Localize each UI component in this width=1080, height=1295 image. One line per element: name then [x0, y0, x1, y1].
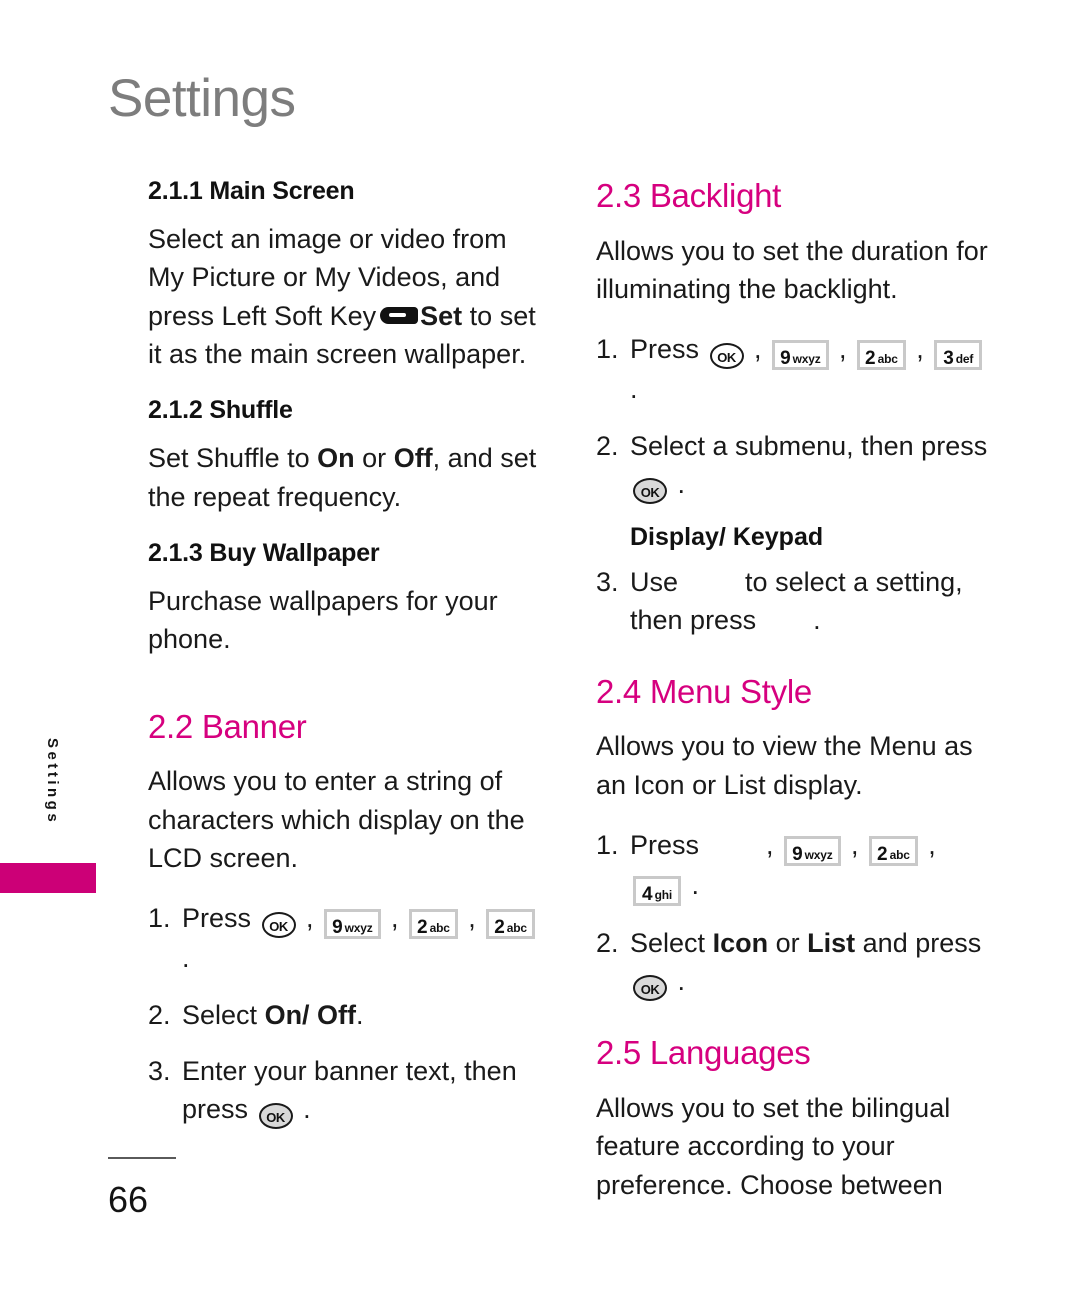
step-text: Press OK , 9 wxyz , 2 abc , 3 def .: [630, 330, 996, 408]
step-text-after: .: [356, 999, 364, 1030]
step-text-after: .: [630, 374, 638, 405]
step-2-2-1: 1. Press OK , 9 wxyz , 2 abc , 2 abc .: [148, 899, 548, 977]
step-bold-option: On/ Off: [264, 999, 357, 1030]
step-text-before: Select: [182, 999, 258, 1030]
step-text: Press OK , 9 wxyz , 2 abc , 2 abc .: [182, 899, 548, 977]
step-number: 2.: [596, 430, 619, 461]
step-2-3-2: 2. Select a submenu, then press OK .: [596, 427, 996, 504]
paragraph-2-1-3: Purchase wallpapers for your phone.: [148, 585, 498, 655]
step-text-before: Use: [630, 567, 679, 598]
step-text-after2: and press: [862, 928, 982, 959]
paragraph-2-1-1-bold: Set: [420, 300, 463, 331]
paragraph-2-1-1: Select an image or video from My Picture…: [148, 220, 548, 373]
step-number: 1.: [596, 334, 619, 365]
footer-divider: [108, 1157, 176, 1159]
heading-2-4-menu-style: 2.4 Menu Style: [596, 672, 812, 710]
key-9-wxyz-icon: 9 wxyz: [324, 909, 381, 940]
step-2-2-2: 2. Select On/ Off.: [148, 996, 548, 1034]
step-2-3-3: 3. Use to select a setting, then press .: [596, 563, 996, 640]
step-text: Enter your banner text, then press OK .: [182, 1052, 548, 1130]
page-number: 66: [108, 1179, 149, 1220]
paragraph-2-1-2-bold-on: On: [317, 443, 355, 474]
right-column: 2.3 Backlight Allows you to set the dura…: [596, 176, 996, 1226]
step-2-4-2: 2. Select Icon or List and press OK .: [596, 924, 996, 1002]
step-number: 1.: [596, 830, 619, 861]
ok-key-icon: OK: [709, 343, 744, 370]
navigation-key-icon-missing: [686, 567, 738, 597]
paragraph-2-1-2-bold-off: Off: [393, 443, 433, 474]
heading-2-1-3: 2.1.3 Buy Wallpaper: [148, 538, 380, 567]
key-2-abc-icon: 2 abc: [409, 909, 458, 940]
heading-2-3-backlight: 2.3 Backlight: [596, 177, 782, 214]
key-9-wxyz-icon: 9 wxyz: [772, 340, 829, 371]
step-bold-list-option: List: [807, 928, 856, 959]
heading-2-5-languages: 2.5 Languages: [596, 1034, 811, 1072]
paragraph-2-3-intro: Allows you to set the duration for illum…: [596, 235, 988, 304]
step-2-4-1: 1. Press , 9 wxyz , 2 abc , 4 ghi .: [596, 826, 996, 907]
key-2-abc-icon-second: 2 abc: [486, 909, 535, 940]
step-number: 3.: [148, 1055, 171, 1086]
step-number: 3.: [596, 567, 619, 598]
side-tab: Settings: [0, 726, 100, 966]
page-title: Settings: [108, 69, 296, 128]
paragraph-2-1-2-part1: Set Shuffle to: [148, 443, 310, 474]
ok-key-icon: OK: [261, 912, 296, 939]
step-text-before: Press: [182, 903, 252, 934]
step-text-before: Press: [630, 334, 700, 365]
step-number: 2.: [148, 999, 171, 1030]
step-text: Select Icon or List and press OK .: [630, 924, 996, 1002]
ok-key-icon-missing: [707, 830, 759, 860]
heading-2-2-banner: 2.2 Banner: [148, 707, 307, 745]
heading-2-1-1: 2.1.1 Main Screen: [148, 177, 355, 205]
step-text: Select On/ Off.: [182, 996, 548, 1034]
step-number: 1.: [148, 903, 171, 934]
step-number: 2.: [596, 928, 619, 959]
side-tab-color-swatch: [0, 863, 96, 893]
step-text-after: .: [677, 468, 686, 499]
ok-key-icon: OK: [633, 975, 667, 1002]
side-tab-label: Settings: [44, 738, 61, 826]
ok-key-icon-missing: [764, 607, 806, 633]
paragraph-2-1-2-mid: or: [362, 443, 387, 474]
ok-key-icon: OK: [633, 477, 667, 504]
step-text-before: Select: [630, 928, 706, 959]
key-2-abc-icon: 2 abc: [857, 340, 906, 371]
step-text-after: .: [691, 870, 700, 901]
step-text: Use to select a setting, then press .: [630, 563, 996, 640]
paragraph-2-2-intro: Allows you to enter a string of characte…: [148, 766, 525, 873]
paragraph-2-5-intro: Allows you to set the bilingual feature …: [596, 1092, 951, 1200]
paragraph-2-4-intro: Allows you to view the Menu as an Icon o…: [596, 731, 973, 800]
step-text-mid: or: [775, 928, 800, 959]
step-text-after: .: [182, 943, 190, 974]
heading-2-1-2: 2.1.2 Shuffle: [148, 396, 293, 425]
step-bold-icon-option: Icon: [712, 928, 769, 959]
key-2-abc-icon: 2 abc: [869, 836, 918, 867]
step-text-after: .: [303, 1094, 311, 1125]
step-text-after: .: [677, 966, 686, 997]
step-text-before: Enter your banner text, then press: [182, 1055, 517, 1125]
subheading-display-keypad: Display/ Keypad: [630, 522, 824, 551]
step-text-after: .: [813, 605, 821, 636]
key-4-ghi-icon: 4 ghi: [633, 876, 681, 907]
step-2-3-1: 1. Press OK , 9 wxyz , 2 abc , 3 def .: [596, 330, 996, 408]
left-column: 2.1.1 Main Screen Select an image or vid…: [148, 176, 548, 1147]
step-text: Press , 9 wxyz , 2 abc , 4 ghi .: [630, 830, 936, 907]
paragraph-2-1-2: Set Shuffle to On or Off, and set the re…: [148, 439, 548, 516]
ok-key-icon: OK: [258, 1103, 293, 1130]
key-9-wxyz-icon: 9 wxyz: [784, 836, 841, 867]
step-text: Select a submenu, then press OK .: [630, 427, 996, 504]
step-text-before: Press: [630, 830, 700, 861]
key-3-def-icon: 3 def: [934, 340, 983, 371]
step-2-2-3: 3. Enter your banner text, then press OK…: [148, 1052, 548, 1130]
step-text-before: Select a submenu, then press: [630, 430, 988, 461]
soft-key-icon: [380, 306, 419, 324]
